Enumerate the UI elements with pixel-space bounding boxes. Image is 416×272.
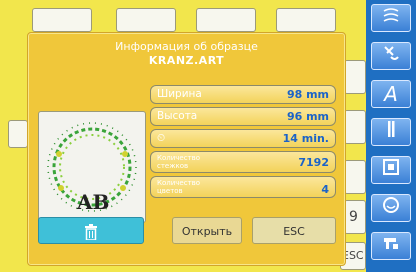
color-count-label: Количество цветов bbox=[157, 179, 201, 195]
bg-tile-right-4[interactable]: 9 bbox=[344, 200, 366, 234]
preview-monogram: AB bbox=[77, 190, 110, 214]
stitch-count-label: Количество стежков bbox=[157, 154, 201, 170]
esc-button[interactable]: ESC bbox=[252, 217, 336, 244]
design-info-dialog: Информация об образце KRANZ.ART AB Ширин… bbox=[27, 32, 346, 266]
stitch-count-value: 7192 bbox=[298, 156, 329, 169]
time-row: ⏲ 14 min. bbox=[150, 129, 336, 148]
bg-tile-1[interactable] bbox=[32, 8, 92, 32]
delete-button[interactable] bbox=[38, 217, 144, 244]
right-toolbar: A bbox=[366, 0, 416, 272]
bg-tile-left[interactable] bbox=[8, 120, 28, 148]
font-a-icon[interactable]: A bbox=[371, 80, 411, 108]
bg-right-partial: 9 bbox=[349, 209, 358, 225]
height-label: Высота bbox=[157, 110, 198, 122]
dialog-title: Информация об образце bbox=[115, 40, 258, 53]
color-count-value: 4 bbox=[321, 183, 329, 196]
clock-icon: ⏲ bbox=[157, 132, 166, 144]
bg-tile-right-1[interactable] bbox=[344, 60, 366, 94]
bg-tile-4[interactable] bbox=[276, 8, 336, 32]
bars-icon[interactable] bbox=[371, 118, 411, 146]
smile-icon[interactable] bbox=[371, 194, 411, 222]
font-a-glyph: A bbox=[384, 82, 398, 106]
color-count-row: Количество цветов 4 bbox=[150, 176, 336, 198]
open-button[interactable]: Открыть bbox=[172, 217, 242, 244]
needle-icon[interactable] bbox=[371, 42, 411, 70]
trash-icon bbox=[85, 224, 97, 241]
stitch-count-row: Количество стежков 7192 bbox=[150, 151, 336, 173]
bg-tile-right-3[interactable] bbox=[344, 160, 366, 194]
bg-tile-right-2[interactable] bbox=[344, 110, 366, 144]
embroidery-hoop-icon[interactable] bbox=[371, 4, 411, 32]
width-value: 98 mm bbox=[286, 88, 329, 101]
width-row: Ширина 98 mm bbox=[150, 85, 336, 104]
bg-tile-2[interactable] bbox=[116, 8, 176, 32]
bg-tile-3[interactable] bbox=[196, 8, 256, 32]
machine-icon[interactable] bbox=[371, 232, 411, 260]
time-value: 14 min. bbox=[282, 132, 329, 145]
width-label: Ширина bbox=[157, 88, 202, 100]
height-value: 96 mm bbox=[286, 110, 329, 123]
height-row: Высота 96 mm bbox=[150, 107, 336, 126]
dialog-filename: KRANZ.ART bbox=[148, 54, 225, 67]
design-preview: AB bbox=[38, 111, 146, 223]
frame-icon[interactable] bbox=[371, 156, 411, 184]
